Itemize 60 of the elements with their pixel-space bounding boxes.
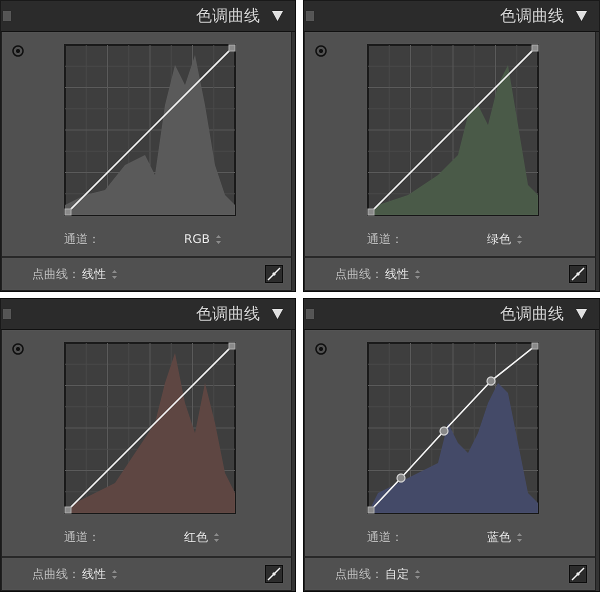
curve-endpoint[interactable] (64, 506, 72, 514)
panel-header[interactable]: 色调曲线 (1, 299, 295, 330)
curve-endpoint[interactable] (532, 342, 538, 350)
channel-selector[interactable]: 绿色 (487, 230, 522, 248)
curve-point[interactable] (396, 473, 406, 483)
channel-label: 通道： (64, 529, 101, 546)
curve-endpoint[interactable] (228, 342, 236, 350)
collapse-triangle-icon[interactable] (576, 11, 587, 21)
panel-header[interactable]: 色调曲线 (1, 1, 295, 32)
curve-endpoint[interactable] (64, 208, 72, 216)
up-down-arrows-icon (415, 270, 420, 278)
curve-endpoint[interactable] (228, 44, 236, 52)
target-adjust-icon[interactable] (12, 343, 24, 355)
edit-point-curve-icon[interactable] (569, 565, 587, 583)
curve-point[interactable] (486, 376, 496, 386)
panel-header[interactable]: 色调曲线 (304, 299, 599, 330)
edit-point-curve-icon[interactable] (265, 265, 283, 283)
edit-point-curve-icon[interactable] (265, 565, 283, 583)
panel-title: 色调曲线 (500, 303, 564, 325)
collapse-triangle-icon[interactable] (272, 309, 283, 319)
channel-label: 通道： (367, 231, 404, 248)
channel-selector[interactable]: 红色 (184, 528, 219, 546)
panel-handle-icon (306, 309, 314, 319)
collapse-triangle-icon[interactable] (272, 11, 283, 21)
point-curve-selector[interactable]: 线性 (385, 265, 420, 283)
panel-title: 色调曲线 (196, 303, 260, 325)
point-curve-label: 点曲线： (335, 266, 383, 283)
channel-label: 通道： (64, 231, 101, 248)
point-curve-label: 点曲线： (32, 566, 80, 583)
channel-label: 通道： (367, 529, 404, 546)
up-down-arrows-icon (214, 532, 219, 542)
target-adjust-icon[interactable] (12, 45, 24, 57)
point-curve-selector[interactable]: 线性 (82, 265, 117, 283)
panel-handle-icon (306, 11, 314, 21)
panel-header[interactable]: 色调曲线 (304, 1, 599, 32)
curve-endpoint[interactable] (532, 44, 538, 52)
up-down-arrows-icon (517, 234, 522, 244)
tone-curve-graph[interactable] (367, 342, 539, 514)
up-down-arrows-icon (216, 234, 221, 244)
channel-selector[interactable]: RGB (184, 230, 221, 248)
up-down-arrows-icon (517, 532, 522, 542)
panel-handle-icon (3, 11, 11, 21)
point-curve-selector[interactable]: 线性 (82, 565, 117, 583)
panel-title: 色调曲线 (196, 5, 260, 27)
channel-selector[interactable]: 蓝色 (487, 528, 522, 546)
point-curve-selector[interactable]: 自定 (385, 565, 420, 583)
target-adjust-icon[interactable] (315, 45, 327, 57)
target-adjust-icon[interactable] (315, 343, 327, 355)
point-curve-label: 点曲线： (32, 266, 80, 283)
edit-point-curve-icon[interactable] (569, 265, 587, 283)
up-down-arrows-icon (112, 270, 117, 278)
up-down-arrows-icon (112, 570, 117, 578)
curve-point[interactable] (439, 426, 449, 436)
curve-endpoint[interactable] (368, 506, 374, 514)
panel-title: 色调曲线 (500, 5, 564, 27)
curve-endpoint[interactable] (368, 208, 374, 216)
collapse-triangle-icon[interactable] (576, 309, 587, 319)
panel-handle-icon (3, 309, 11, 319)
point-curve-label: 点曲线： (335, 566, 383, 583)
up-down-arrows-icon (415, 570, 420, 578)
